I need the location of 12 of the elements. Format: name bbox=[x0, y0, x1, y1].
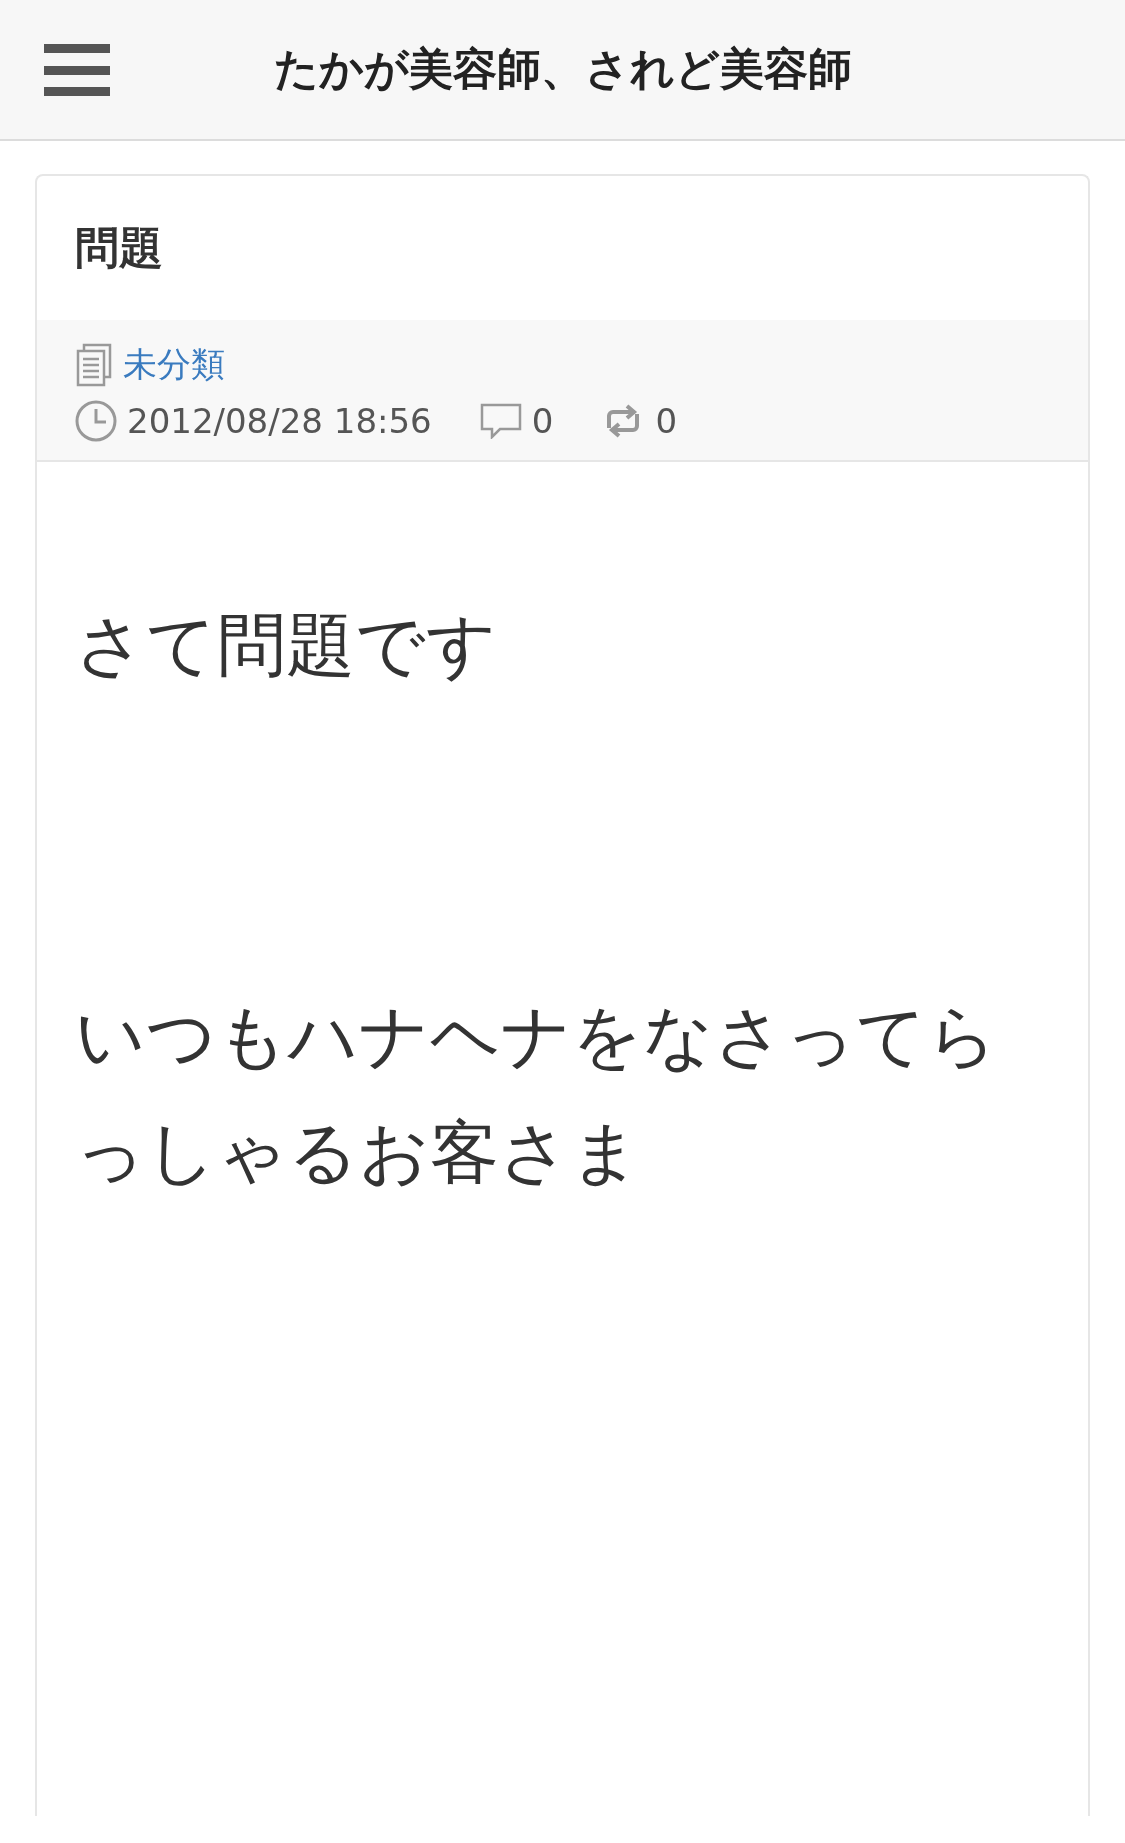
post-paragraph: さて問題です bbox=[75, 604, 498, 687]
document-icon bbox=[75, 343, 113, 387]
post-title: 問題 bbox=[74, 220, 164, 275]
category-link[interactable]: 未分類 bbox=[123, 342, 225, 388]
site-title: たかが美容師、されど美容師 bbox=[273, 42, 852, 96]
reblog-count: 0 bbox=[655, 401, 678, 441]
comment-count: 0 bbox=[531, 401, 554, 441]
comment-icon bbox=[479, 403, 522, 439]
post-date: 2012/08/28 18:56 bbox=[127, 401, 432, 441]
menu-button[interactable] bbox=[44, 44, 110, 96]
clock-icon bbox=[75, 400, 117, 442]
post-paragraph: いつもハナヘナをなさってらっしゃるお客さま bbox=[75, 995, 999, 1194]
